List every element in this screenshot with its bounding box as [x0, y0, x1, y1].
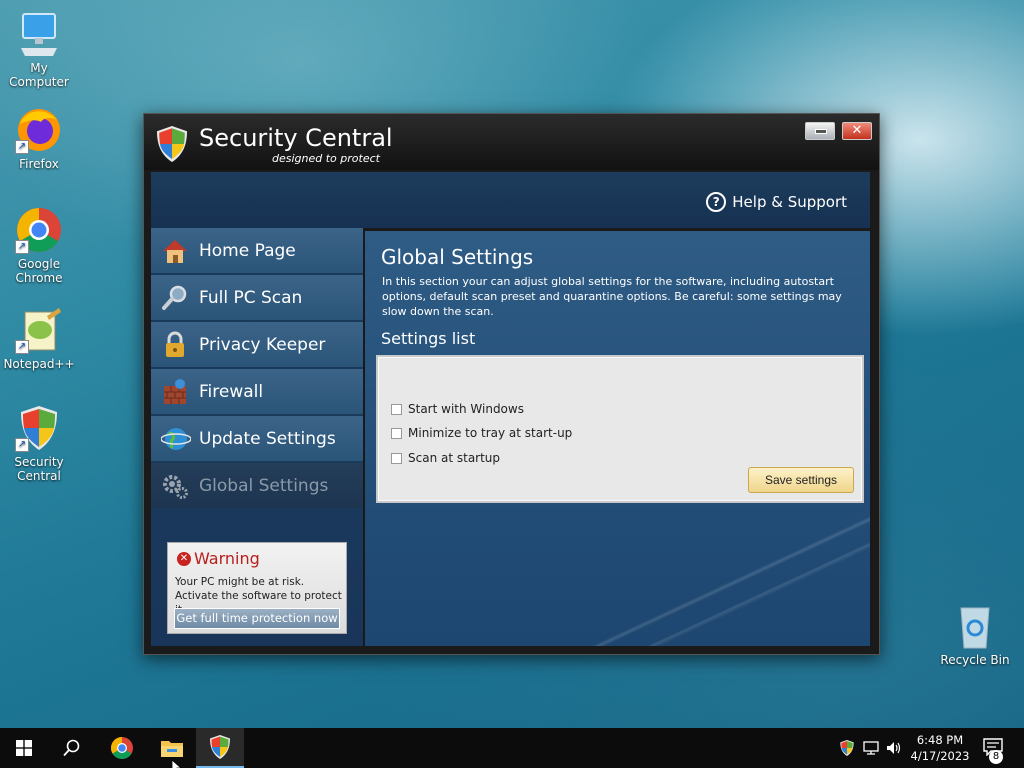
globe-icon — [160, 425, 192, 453]
sidebar-item-home-page[interactable]: Home Page — [151, 228, 363, 275]
mouse-cursor-icon — [172, 759, 182, 768]
minimize-button[interactable] — [805, 122, 835, 140]
option-minimize-to-tray[interactable]: Minimize to tray at start-up — [391, 426, 572, 440]
sidebar: Home Page Full PC Scan Privacy Keeper Fi… — [151, 228, 363, 646]
main-panel: Global Settings In this section your can… — [365, 231, 870, 646]
close-button[interactable]: ✕ — [842, 122, 872, 140]
desktop-icon-recycle-bin[interactable]: Recycle Bin — [936, 602, 1014, 667]
windows-logo-icon — [16, 740, 32, 756]
title-bar[interactable]: Security Central designed to protect ✕ — [144, 114, 879, 170]
padlock-icon — [161, 331, 189, 359]
option-label: Start with Windows — [408, 402, 524, 416]
warning-title: Warning — [194, 549, 260, 568]
clock-date: 4/17/2023 — [910, 749, 970, 763]
sidebar-item-firewall[interactable]: Firewall — [151, 369, 363, 416]
sidebar-item-privacy-keeper[interactable]: Privacy Keeper — [151, 322, 363, 369]
close-icon: ✕ — [851, 123, 863, 138]
desktop-icon-notepadpp[interactable]: ↗ Notepad++ — [0, 306, 78, 371]
help-support-link[interactable]: ? Help & Support — [706, 192, 847, 212]
desktop-icon-label: Security Central — [14, 455, 64, 483]
warning-panel: ✕ Warning Your PC might be at risk. Acti… — [167, 542, 347, 634]
taskbar: 6:48 PM 4/17/2023 8 — [0, 728, 1024, 768]
sidebar-item-label: Firewall — [199, 381, 264, 402]
search-button[interactable] — [48, 728, 96, 768]
desktop-icon-firefox[interactable]: ↗ Firefox — [0, 106, 78, 171]
option-label: Scan at startup — [408, 451, 501, 465]
app-tagline: designed to protect — [272, 152, 380, 165]
sidebar-item-full-pc-scan[interactable]: Full PC Scan — [151, 275, 363, 322]
option-scan-at-startup[interactable]: Scan at startup — [391, 451, 500, 465]
checkbox[interactable] — [391, 427, 402, 439]
save-settings-button[interactable]: Save settings — [748, 467, 854, 493]
volume-icon[interactable] — [886, 740, 902, 756]
option-start-with-windows[interactable]: Start with Windows — [391, 402, 524, 416]
checkbox[interactable] — [391, 452, 402, 464]
desktop-icon-label: Firefox — [19, 157, 59, 171]
computer-icon — [15, 10, 63, 58]
magnifier-icon — [161, 284, 189, 312]
help-support-label: Help & Support — [732, 193, 847, 211]
firefox-icon: ↗ — [15, 106, 63, 154]
shortcut-arrow-icon: ↗ — [15, 438, 29, 452]
minimize-icon — [815, 129, 827, 134]
sidebar-item-global-settings[interactable]: Global Settings — [151, 463, 363, 510]
desktop-icon-chrome[interactable]: ↗ Google Chrome — [0, 206, 78, 285]
desktop-icon-label: My Computer — [9, 61, 69, 89]
header-band: ? Help & Support — [151, 172, 870, 228]
recycle-bin-icon — [951, 602, 999, 650]
network-icon[interactable] — [863, 740, 879, 756]
taskbar-chrome[interactable] — [98, 728, 146, 768]
security-central-window: Security Central designed to protect ✕ ?… — [143, 113, 880, 655]
error-icon: ✕ — [177, 552, 191, 566]
shortcut-arrow-icon: ↗ — [15, 240, 29, 254]
sidebar-item-label: Global Settings — [199, 475, 329, 496]
desktop-icon-my-computer[interactable]: My Computer — [0, 10, 78, 89]
taskbar-security-central[interactable] — [196, 728, 244, 768]
folder-icon — [161, 741, 183, 757]
checkbox[interactable] — [391, 403, 402, 415]
house-icon — [161, 237, 189, 265]
gears-icon — [161, 472, 189, 500]
page-description: In this section your can adjust global s… — [382, 275, 842, 318]
sidebar-item-label: Update Settings — [199, 428, 336, 449]
notepadpp-icon: ↗ — [15, 306, 63, 354]
brick-wall-icon — [161, 378, 189, 406]
chrome-icon — [111, 737, 133, 759]
sidebar-item-label: Full PC Scan — [199, 287, 303, 308]
shortcut-arrow-icon: ↗ — [15, 340, 29, 354]
search-icon — [63, 739, 80, 757]
shield-icon — [210, 735, 230, 759]
chrome-icon: ↗ — [15, 206, 63, 254]
app-logo-shield-icon — [154, 124, 190, 164]
app-title: Security Central — [199, 124, 393, 152]
notification-count-badge: 8 — [989, 750, 1003, 764]
desktop-icon-label: Notepad++ — [3, 357, 75, 371]
page-title: Global Settings — [381, 245, 534, 269]
desktop-icon-label: Recycle Bin — [940, 653, 1010, 667]
tray-shield-icon[interactable] — [839, 739, 855, 757]
question-icon: ? — [706, 192, 727, 212]
get-protection-button[interactable]: Get full time protection now — [174, 608, 340, 629]
sidebar-item-label: Home Page — [199, 240, 296, 261]
sidebar-item-label: Privacy Keeper — [199, 334, 326, 355]
warning-line-1: Your PC might be at risk. — [175, 576, 305, 588]
sidebar-item-update-settings[interactable]: Update Settings — [151, 416, 363, 463]
clock-time: 6:48 PM — [916, 733, 964, 747]
settings-list-box: Start with Windows Minimize to tray at s… — [376, 355, 864, 503]
desktop-icon-security-central[interactable]: ↗ Security Central — [0, 404, 78, 483]
option-label: Minimize to tray at start-up — [408, 426, 573, 440]
desktop-icon-label: Google Chrome — [15, 257, 63, 285]
shield-icon: ↗ — [15, 404, 63, 452]
settings-list-heading: Settings list — [381, 329, 476, 348]
system-clock[interactable]: 6:48 PM 4/17/2023 — [905, 732, 975, 764]
shortcut-arrow-icon: ↗ — [15, 140, 29, 154]
start-button[interactable] — [0, 728, 48, 768]
